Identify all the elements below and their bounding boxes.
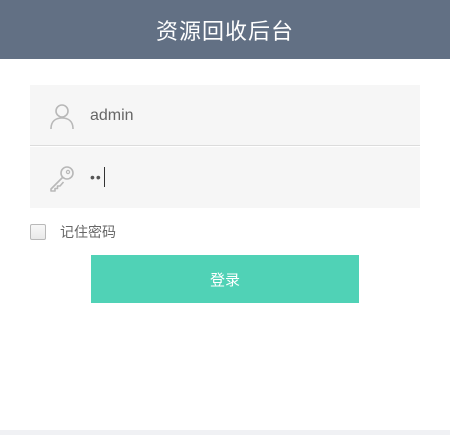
page-header: 资源回收后台: [0, 0, 450, 59]
password-value[interactable]: ••: [90, 147, 105, 208]
password-field[interactable]: ••: [30, 147, 420, 208]
username-value[interactable]: admin: [90, 85, 134, 146]
password-mask: ••: [90, 169, 102, 185]
page-title: 资源回收后台: [155, 19, 294, 45]
remember-checkbox[interactable]: [30, 224, 46, 240]
login-button-label: 登录: [209, 270, 240, 289]
user-icon: [48, 102, 76, 130]
footer-divider: [0, 430, 450, 435]
login-button[interactable]: 登录: [91, 255, 359, 303]
text-caret: [103, 166, 105, 187]
remember-password[interactable]: 记住密码: [30, 221, 116, 243]
key-icon: [48, 164, 76, 192]
remember-label[interactable]: 记住密码: [60, 222, 116, 242]
username-field[interactable]: admin: [30, 85, 420, 146]
